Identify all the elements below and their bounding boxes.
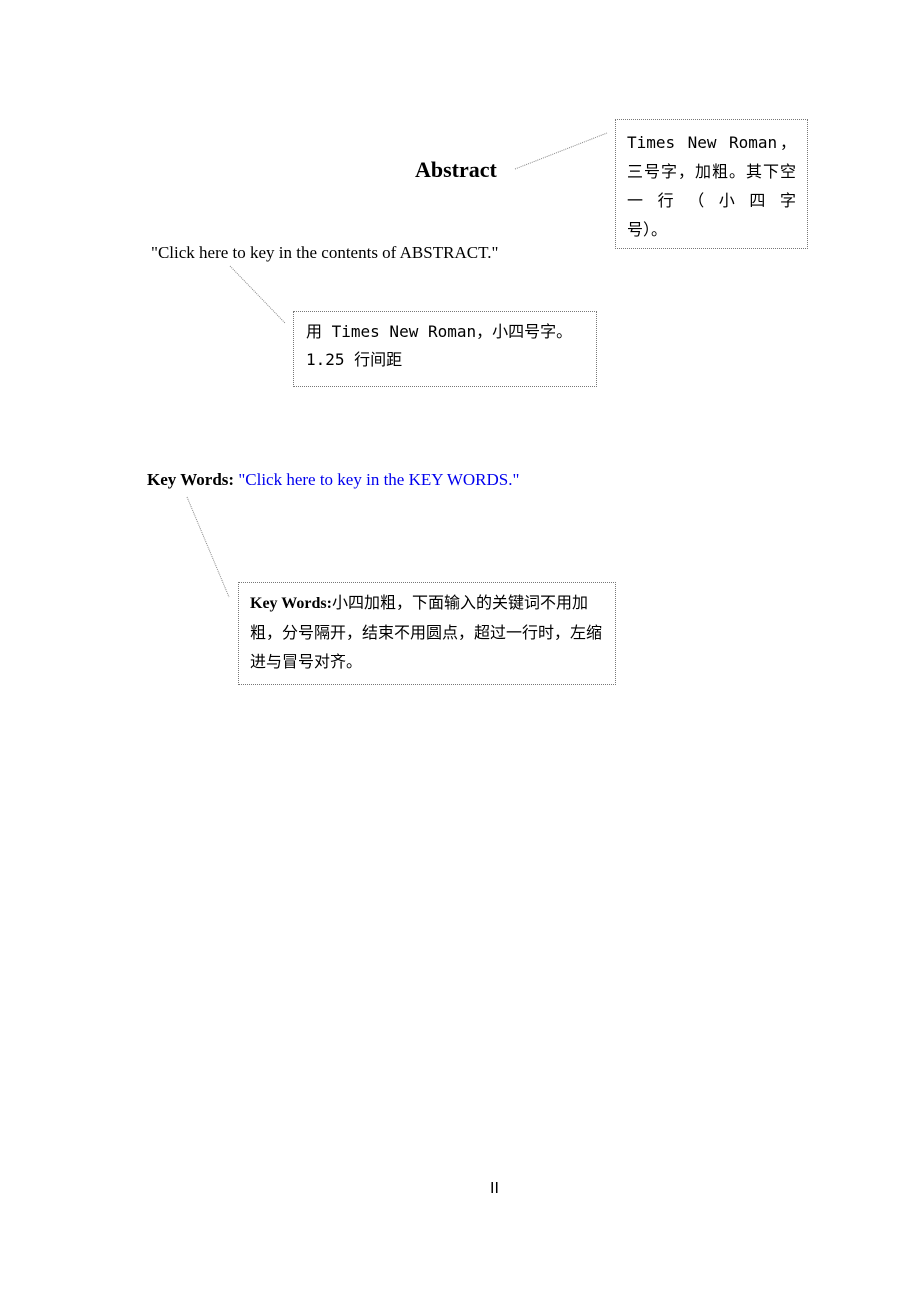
- callout-abstract-format: 用 Times New Roman，小四号字。 1.25 行间距: [293, 311, 597, 387]
- abstract-content-placeholder[interactable]: "Click here to key in the contents of AB…: [151, 243, 498, 263]
- keywords-line: Key Words: "Click here to key in the KEY…: [147, 470, 519, 490]
- keywords-placeholder[interactable]: "Click here to key in the KEY WORDS.": [238, 470, 519, 489]
- leader-line-keywords: [186, 496, 230, 598]
- leader-line-abstract-body: [229, 265, 286, 324]
- callout-abstract-line1: 用 Times New Roman，小四号字。: [306, 322, 573, 341]
- callout-title-text: Times New Roman，三号字，加粗。其下空一行（小四字: [627, 133, 796, 210]
- callout-abstract-line2: 1.25 行间距: [306, 350, 403, 369]
- callout-keywords-label: Key Words:: [250, 595, 332, 612]
- abstract-heading: Abstract: [415, 157, 497, 182]
- leader-line-title: [514, 132, 608, 170]
- callout-title-format: Times New Roman，三号字，加粗。其下空一行（小四字号）。: [615, 119, 808, 249]
- page-number: II: [490, 1180, 499, 1197]
- callout-title-text-end: 号）。: [627, 220, 668, 239]
- keywords-label: Key Words:: [147, 470, 235, 489]
- callout-keywords-format: Key Words:小四加粗，下面输入的关键词不用加粗，分号隔开，结束不用圆点，…: [238, 582, 616, 685]
